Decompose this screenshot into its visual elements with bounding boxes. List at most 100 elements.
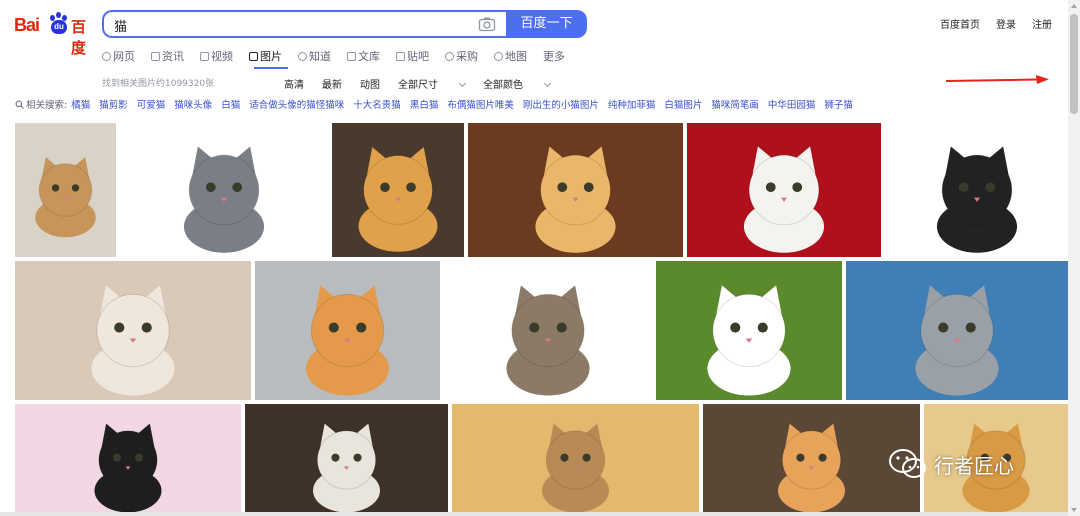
- cat-image: [313, 423, 380, 513]
- cart-icon: [445, 51, 454, 61]
- image-thumbnail[interactable]: [452, 404, 699, 516]
- related-keyword[interactable]: 可爱猫: [137, 97, 166, 111]
- related-keyword[interactable]: 猫咪头像: [174, 97, 212, 111]
- home-link[interactable]: 百度首页: [940, 16, 980, 31]
- image-thumbnail[interactable]: [886, 123, 1068, 257]
- filter-latest[interactable]: 最新: [322, 76, 342, 91]
- filter-size-dropdown[interactable]: 全部尺寸: [398, 76, 467, 91]
- related-keyword[interactable]: 橘猫: [71, 97, 90, 111]
- tab-label: 资讯: [162, 50, 184, 63]
- login-link[interactable]: 登录: [996, 16, 1016, 31]
- tab-label: 知道: [309, 50, 331, 63]
- camera-icon[interactable]: [478, 16, 496, 32]
- scroll-up-icon[interactable]: [1071, 4, 1077, 8]
- scrollbar-thumb[interactable]: [1070, 14, 1078, 114]
- filter-size-label: 全部尺寸: [398, 80, 438, 91]
- map-icon: [494, 51, 503, 61]
- related-keyword[interactable]: 中华田园猫: [768, 97, 816, 111]
- tab-label: 更多: [543, 50, 565, 63]
- related-keyword[interactable]: 猫咪简笔画: [711, 97, 759, 111]
- image-thumbnail[interactable]: [15, 123, 116, 257]
- cat-image: [915, 285, 999, 396]
- filter-color-dropdown[interactable]: 全部颜色: [483, 76, 552, 91]
- related-keyword[interactable]: 适合做头像的猫怪猫咪: [249, 97, 344, 111]
- tab-label: 文库: [358, 50, 380, 63]
- image-thumbnail[interactable]: [846, 261, 1068, 400]
- tab-caigou[interactable]: 采购: [445, 46, 478, 66]
- logo-text-du: du: [54, 22, 64, 31]
- search-box: [102, 10, 508, 38]
- news-icon: [151, 51, 160, 61]
- cat-image: [94, 423, 162, 513]
- image-thumbnail[interactable]: [332, 123, 464, 257]
- image-thumbnail[interactable]: [15, 261, 251, 400]
- tab-label: 贴吧: [407, 50, 429, 63]
- tab-news[interactable]: 资讯: [151, 46, 184, 66]
- tab-wenku[interactable]: 文库: [347, 46, 380, 66]
- related-keyword[interactable]: 狮子猫: [824, 97, 853, 111]
- tab-zhidao[interactable]: 知道: [298, 46, 331, 66]
- related-keyword[interactable]: 白猫图片: [664, 97, 702, 111]
- related-label: 相关搜索:: [15, 97, 67, 111]
- forum-icon: [396, 51, 405, 61]
- related-keyword[interactable]: 十大名贵猫: [353, 97, 401, 111]
- paw-logo-icon: du: [48, 12, 70, 34]
- tab-label: 采购: [456, 50, 478, 63]
- filter-hd[interactable]: 高清: [284, 76, 304, 91]
- related-keyword[interactable]: 猫剪影: [99, 97, 128, 111]
- vertical-scrollbar[interactable]: [1068, 0, 1080, 516]
- search-icon: [102, 51, 111, 61]
- image-thumbnail[interactable]: [119, 123, 329, 257]
- tab-map[interactable]: 地图: [494, 46, 527, 66]
- tab-more[interactable]: 更多: [543, 46, 565, 66]
- filter-bar: 高清 最新 动图 全部尺寸 全部颜色: [284, 76, 568, 91]
- image-thumbnail[interactable]: [468, 123, 683, 257]
- image-thumbnail[interactable]: [255, 261, 440, 400]
- logo-text-cn: 百度: [71, 18, 86, 57]
- register-link[interactable]: 注册: [1032, 16, 1052, 31]
- tab-label: 地图: [505, 50, 527, 63]
- horizontal-scrollbar[interactable]: [0, 512, 1068, 516]
- search-button[interactable]: 百度一下: [506, 10, 587, 38]
- related-keyword[interactable]: 黑白猫: [410, 97, 439, 111]
- cat-image: [35, 157, 96, 238]
- chevron-down-icon: [458, 79, 467, 88]
- cat-image: [183, 146, 265, 253]
- baidu-logo[interactable]: Bai du 百度: [14, 12, 90, 57]
- image-thumbnail[interactable]: [15, 404, 241, 516]
- tab-video[interactable]: 视频: [200, 46, 233, 66]
- related-keyword[interactable]: 布偶猫图片唯美: [447, 97, 514, 111]
- red-arrow-annotation: [945, 75, 1049, 84]
- tab-images[interactable]: 图片: [249, 46, 282, 66]
- wechat-icon: [889, 449, 926, 478]
- tab-web[interactable]: 网页: [102, 46, 135, 66]
- tab-tieba[interactable]: 贴吧: [396, 46, 429, 66]
- image-thumbnail[interactable]: [245, 404, 448, 516]
- cat-image: [305, 285, 390, 396]
- image-thumbnail[interactable]: [444, 261, 652, 400]
- tab-label: 视频: [211, 50, 233, 63]
- question-icon: [298, 51, 307, 61]
- scroll-down-icon[interactable]: [1071, 508, 1077, 512]
- nav-tabs: 网页 资讯 视频 图片 知道 文库 贴吧 采购 地图 更多: [102, 46, 581, 66]
- related-keyword[interactable]: 刚出生的小猫图片: [523, 97, 599, 111]
- related-searches: 相关搜索: 橘猫 猫剪影 可爱猫 猫咪头像 白猫 适合做头像的猫怪猫咪 十大名贵…: [15, 97, 862, 111]
- video-icon: [200, 51, 209, 61]
- search-input[interactable]: [114, 15, 464, 35]
- tab-label: 网页: [113, 50, 135, 63]
- image-thumbnail[interactable]: [656, 261, 842, 400]
- cat-image: [91, 285, 175, 396]
- tab-label: 图片: [260, 50, 282, 63]
- related-keyword[interactable]: 白猫: [221, 97, 240, 111]
- cat-image: [707, 285, 791, 396]
- cat-image: [506, 285, 590, 396]
- image-thumbnail[interactable]: [687, 123, 881, 257]
- filter-animated[interactable]: 动图: [360, 76, 380, 91]
- related-keyword[interactable]: 纯种加菲猫: [608, 97, 656, 111]
- watermark-text: 行者匠心: [934, 453, 1014, 478]
- top-links: 百度首页 登录 注册: [940, 16, 1052, 31]
- document-icon: [347, 51, 356, 61]
- cat-image: [535, 146, 616, 253]
- chevron-down-icon: [543, 79, 552, 88]
- related-label-text: 相关搜索:: [26, 100, 68, 111]
